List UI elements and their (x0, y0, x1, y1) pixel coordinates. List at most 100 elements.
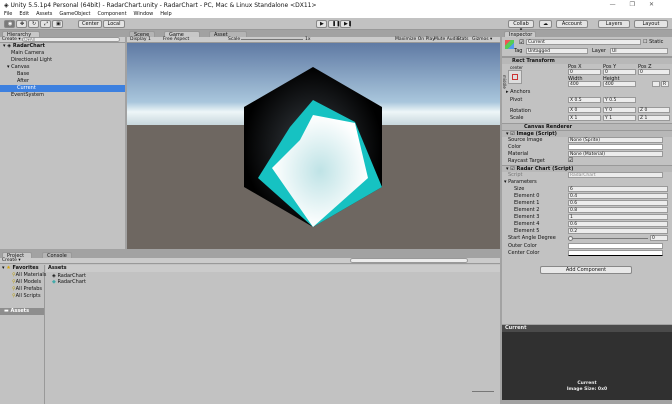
aspect-dropdown[interactable]: Free Aspect (163, 37, 189, 42)
scale-z-input[interactable]: Z 1 (638, 115, 670, 121)
close-button[interactable]: ✕ (649, 1, 668, 8)
pause-button[interactable]: ❚❚ (328, 20, 340, 28)
move-tool-icon[interactable]: ✥ (16, 20, 27, 28)
color-field[interactable] (568, 144, 663, 150)
size-input[interactable]: 6 (568, 186, 668, 192)
scale-tool-icon[interactable]: ⤢ (40, 20, 51, 28)
fav-item[interactable]: ⚲All Materials (0, 272, 47, 279)
element-input[interactable]: 0.4 (568, 193, 668, 199)
view-tool-eye-icon[interactable]: ◉ (4, 20, 15, 28)
width-input[interactable]: 400 (568, 81, 601, 87)
collab-dropdown[interactable]: Collab ▾ (508, 20, 534, 33)
slider-thumb[interactable] (568, 236, 573, 241)
radar-chart-header[interactable]: ▾ ☑ Radar Chart (Script) (502, 165, 672, 172)
raw-edit-button[interactable]: R (661, 81, 669, 87)
preview-header[interactable]: Current (502, 325, 672, 332)
posy-input[interactable]: 0 (603, 69, 636, 75)
static-checkbox[interactable]: ☐ Static (643, 39, 663, 45)
hierarchy-item[interactable]: EventSystem (0, 92, 125, 99)
rot-y-input[interactable]: Y 0 (603, 107, 636, 113)
scale-slider[interactable] (241, 39, 303, 40)
stats-toggle[interactable]: Stats (457, 37, 469, 42)
display-dropdown[interactable]: Display 1 (130, 37, 151, 42)
fav-item[interactable]: ⚲All Scripts (0, 293, 44, 300)
element-input[interactable]: 1 (568, 214, 668, 220)
pivot-center-button[interactable]: Center (78, 20, 102, 28)
parameters-foldout[interactable]: ▾ Parameters (504, 179, 537, 185)
element-input[interactable]: 0.2 (568, 228, 668, 234)
v: 0 (574, 108, 578, 113)
create-button[interactable]: Create ▾ (2, 37, 21, 42)
angle-input[interactable]: 0 (650, 235, 668, 241)
menu-component[interactable]: Component (98, 11, 127, 17)
cloud-icon[interactable]: ☁ (539, 20, 552, 28)
rot-x-input[interactable]: X 0 (568, 107, 601, 113)
fav-item[interactable]: ⚲All Prefabs (0, 286, 44, 293)
mute-audio-toggle[interactable]: Mute Audio (434, 37, 460, 42)
posx-input[interactable]: 0 (568, 69, 601, 75)
maximize-on-play-toggle[interactable]: Maximize On Play (395, 37, 435, 42)
fav-item[interactable]: ⚲All Models (0, 279, 44, 286)
raycast-checkbox[interactable]: ☑ (568, 157, 573, 164)
hierarchy-item[interactable]: After (0, 78, 125, 85)
asset-item-script[interactable]: ◆ RadarChart (52, 279, 86, 286)
rect-tool-icon[interactable]: ▣ (52, 20, 63, 28)
rotate-tool-icon[interactable]: ↻ (28, 20, 39, 28)
pivot-x-input[interactable]: X 0.5 (568, 97, 601, 103)
label: All Materials (15, 272, 47, 278)
add-component-button[interactable]: Add Component (540, 266, 632, 274)
pivot-y-input[interactable]: Y 0.5 (603, 97, 636, 103)
source-image-field[interactable]: None (Sprite) (568, 137, 663, 143)
hierarchy-item[interactable]: Directional Light (0, 57, 125, 64)
play-button[interactable]: ▶ (316, 20, 327, 28)
active-checkbox[interactable]: ☑ (519, 39, 524, 46)
account-dropdown[interactable]: Account (556, 20, 588, 28)
menu-edit[interactable]: Edit (19, 11, 29, 17)
hierarchy-item-selected[interactable]: Current (0, 85, 125, 92)
material-field[interactable]: None (Material) (568, 151, 663, 157)
gizmos-dropdown[interactable]: Gizmos ▾ (472, 37, 492, 42)
posz-input[interactable]: 0 (638, 69, 670, 75)
scale-x-input[interactable]: X 1 (568, 115, 601, 121)
rect-transform-header[interactable]: Rect Transform (502, 57, 672, 64)
hierarchy-item[interactable]: Main Camera (0, 50, 125, 57)
element-input[interactable]: 0.6 (568, 221, 668, 227)
minimize-button[interactable]: — (610, 1, 630, 8)
element-row: Element 0 0.4 (502, 193, 672, 200)
icon-size-slider[interactable] (472, 391, 494, 392)
layout-dropdown[interactable]: Layout (634, 20, 668, 28)
menu-assets[interactable]: Assets (36, 11, 52, 17)
element-input[interactable]: 0.6 (568, 200, 668, 206)
outer-color-field[interactable] (568, 243, 663, 249)
maximize-button[interactable]: ❐ (630, 1, 649, 8)
height-input[interactable]: 400 (603, 81, 636, 87)
menu-gameobject[interactable]: GameObject (59, 11, 90, 17)
project-search-input[interactable] (350, 258, 468, 263)
image-header[interactable]: ▾ ☑ Image (Script) (502, 130, 672, 137)
blueprint-button[interactable] (652, 81, 660, 87)
pivot-local-button[interactable]: Local (103, 20, 125, 28)
center-color-field[interactable] (568, 250, 663, 256)
hierarchy-item[interactable]: Base (0, 71, 125, 78)
scale-y-input[interactable]: Y 1 (603, 115, 636, 121)
angle-slider[interactable] (568, 236, 648, 241)
canvas-renderer-header[interactable]: Canvas Renderer (502, 123, 672, 130)
hierarchy-search-input[interactable]: Q▾All (22, 37, 120, 43)
step-button[interactable]: ▶❚ (340, 20, 352, 28)
scene-root[interactable]: ▾ ◈ RadarChart (0, 43, 125, 50)
anchors-foldout[interactable]: ▸ Anchors (506, 89, 530, 95)
favorites-item[interactable]: ▾ ★ Favorites (0, 265, 44, 272)
create-button[interactable]: Create ▾ (2, 258, 21, 263)
menu-file[interactable]: File (4, 11, 12, 17)
assets-root-item[interactable]: ▬ Assets (0, 308, 44, 315)
menu-help[interactable]: Help (160, 11, 171, 17)
element-input[interactable]: 0.8 (568, 207, 668, 213)
tag-dropdown[interactable]: Untagged (526, 48, 588, 54)
layers-dropdown[interactable]: Layers (598, 20, 630, 28)
layer-dropdown[interactable]: UI (610, 48, 668, 54)
rot-z-input[interactable]: Z 0 (638, 107, 670, 113)
menu-window[interactable]: Window (134, 11, 154, 17)
hierarchy-item-canvas[interactable]: ▾ Canvas (0, 64, 125, 71)
name-input[interactable]: Current (526, 39, 641, 45)
anchor-preset-button[interactable] (508, 70, 522, 84)
